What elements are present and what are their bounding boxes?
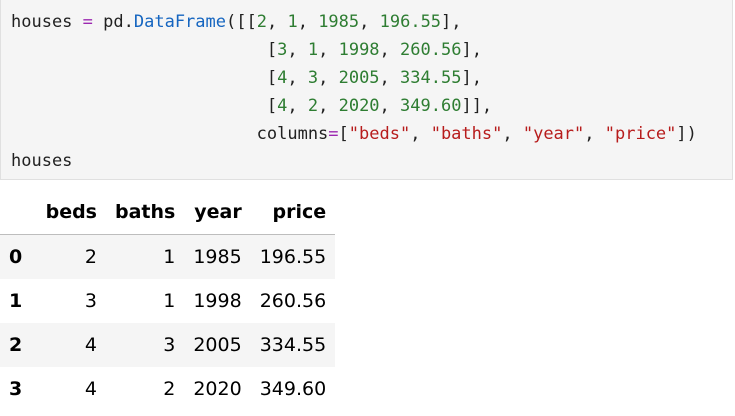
cell-baths: 1 bbox=[163, 246, 176, 268]
code-token-sep: , bbox=[318, 40, 339, 60]
code-token-sep: , bbox=[379, 68, 401, 88]
code-token-number: 2 bbox=[307, 96, 319, 116]
cell-baths: 3 bbox=[163, 334, 176, 356]
code-token-sep: , bbox=[379, 40, 401, 60]
cell-year: 2020 bbox=[193, 378, 242, 400]
code-token-sep: , bbox=[287, 68, 308, 88]
code-token-module: pd bbox=[103, 12, 124, 32]
code-token-open: [ bbox=[266, 96, 278, 116]
code-token-sep: , bbox=[318, 68, 339, 88]
code-token-close: ], bbox=[461, 40, 482, 60]
cell-baths: 2 bbox=[163, 378, 176, 400]
cell-price: 196.55 bbox=[259, 246, 327, 268]
code-token-sep: , bbox=[410, 124, 431, 144]
code-token-number: 196.55 bbox=[379, 12, 442, 32]
code-token-close: ]], bbox=[461, 96, 493, 116]
code-token-close: ], bbox=[441, 12, 462, 32]
code-token-number: 349.60 bbox=[400, 96, 462, 116]
code-token-string: "year" bbox=[522, 124, 585, 144]
code-token-keyword-arg: columns bbox=[256, 124, 329, 144]
column-header-year: year bbox=[184, 190, 251, 235]
code-token-number: 334.55 bbox=[400, 68, 462, 88]
cell-price: 349.60 bbox=[259, 378, 327, 400]
column-header-baths: baths bbox=[106, 190, 185, 235]
table-row: 1 3 1 1998 260.56 bbox=[0, 279, 336, 323]
code-token-var: houses bbox=[11, 151, 73, 171]
code-token-sep: , bbox=[584, 124, 605, 144]
code-token-equals: = bbox=[328, 124, 339, 144]
code-token-number: 1985 bbox=[318, 12, 360, 32]
code-cell[interactable]: houses = pd.DataFrame([[2, 1, 1985, 196.… bbox=[0, 0, 733, 180]
code-token-number: 1 bbox=[287, 12, 298, 32]
row-index: 1 bbox=[9, 290, 23, 312]
dataframe-table: beds baths year price 0 2 1 1985 196.55 … bbox=[0, 190, 336, 411]
row-index: 0 bbox=[9, 246, 23, 268]
code-token-sep: , bbox=[287, 40, 308, 60]
code-token-func: DataFrame bbox=[133, 12, 226, 32]
code-token-string: "beds" bbox=[348, 124, 411, 144]
code-token-sep: , bbox=[379, 96, 401, 116]
code-line-5: columns=["beds", "baths", "year", "price… bbox=[11, 124, 697, 144]
cell-beds: 4 bbox=[84, 378, 97, 400]
cell-year: 2005 bbox=[193, 334, 242, 356]
code-line-2: [3, 1, 1998, 260.56], bbox=[11, 40, 482, 60]
code-token-close: ], bbox=[461, 68, 482, 88]
code-token-number: 2005 bbox=[338, 68, 380, 88]
code-token-sep: , bbox=[502, 124, 523, 144]
cell-price: 260.56 bbox=[259, 290, 327, 312]
index-header bbox=[0, 190, 32, 235]
code-token-number: 1 bbox=[307, 40, 319, 60]
code-token-open: [ bbox=[338, 124, 349, 144]
code-token-var: houses bbox=[11, 12, 73, 32]
cell-beds: 4 bbox=[84, 334, 97, 356]
code-line-1: houses = pd.DataFrame([[2, 1, 1985, 196.… bbox=[11, 12, 462, 32]
code-token-open: ([[ bbox=[226, 12, 257, 32]
row-index: 3 bbox=[9, 378, 23, 400]
column-header-beds: beds bbox=[32, 190, 106, 235]
cell-output: beds baths year price 0 2 1 1985 196.55 … bbox=[0, 190, 336, 411]
code-token-close: ]) bbox=[676, 124, 697, 144]
code-token-sep: , bbox=[297, 12, 319, 32]
code-token-open: [ bbox=[266, 40, 278, 60]
cell-baths: 1 bbox=[163, 290, 176, 312]
code-line-6: houses bbox=[11, 151, 72, 171]
cell-year: 1985 bbox=[193, 246, 242, 268]
code-token-number: 4 bbox=[277, 68, 288, 88]
code-token-open: [ bbox=[266, 68, 278, 88]
code-token-assign: = bbox=[72, 12, 104, 32]
code-token-sep: , bbox=[318, 96, 339, 116]
code-token-sep: , bbox=[359, 12, 380, 32]
code-token-number: 3 bbox=[307, 68, 319, 88]
code-token-dot: . bbox=[123, 12, 134, 32]
cell-beds: 3 bbox=[84, 290, 97, 312]
cell-beds: 2 bbox=[84, 246, 97, 268]
code-line-3: [4, 3, 2005, 334.55], bbox=[11, 68, 482, 88]
code-token-number: 4 bbox=[277, 96, 288, 116]
code-token-sep: , bbox=[287, 96, 308, 116]
table-header-row: beds baths year price bbox=[0, 190, 336, 235]
table-row: 0 2 1 1985 196.55 bbox=[0, 234, 336, 279]
row-index: 2 bbox=[9, 334, 23, 356]
cell-year: 1998 bbox=[193, 290, 242, 312]
code-token-string: "baths" bbox=[430, 124, 503, 144]
code-token-string: "price" bbox=[604, 124, 677, 144]
table-row: 3 4 2 2020 349.60 bbox=[0, 367, 336, 411]
code-token-number: 2 bbox=[256, 12, 267, 32]
code-token-number: 260.56 bbox=[400, 40, 462, 60]
column-header-price: price bbox=[250, 190, 336, 235]
cell-price: 334.55 bbox=[259, 334, 327, 356]
code-line-4: [4, 2, 2020, 349.60]], bbox=[11, 96, 492, 116]
code-token-number: 2020 bbox=[338, 96, 380, 116]
table-row: 2 4 3 2005 334.55 bbox=[0, 323, 336, 367]
code-token-number: 1998 bbox=[338, 40, 380, 60]
code-token-number: 3 bbox=[277, 40, 288, 60]
code-token-sep: , bbox=[266, 12, 288, 32]
